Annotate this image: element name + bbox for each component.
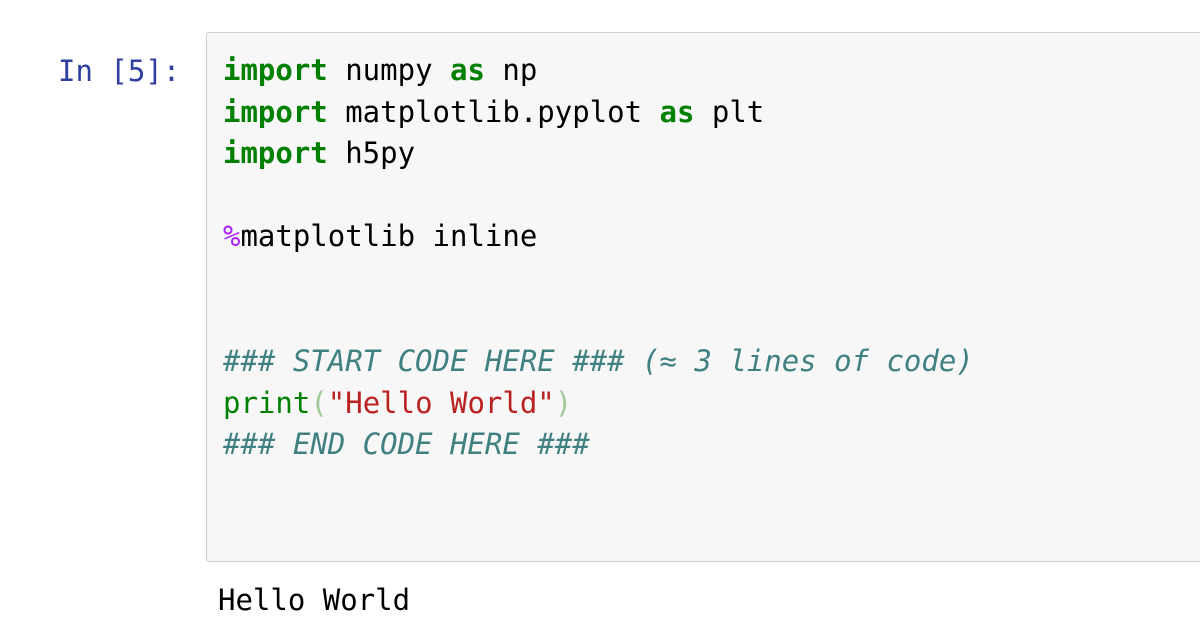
builtin-function: print [223,385,311,420]
code-text: np [484,53,538,87]
code-text: h5py [327,136,416,171]
input-prompt: In [5]: [58,54,181,88]
code-line-5: %matplotlib inline [223,216,974,258]
code-line-4-blank [223,175,974,217]
code-line-1: import numpy as np [223,50,974,92]
code-text: plt [694,94,765,129]
comment: ### START CODE HERE ### (≈ 3 lines of co… [223,344,974,379]
code-line-7-blank [223,300,974,342]
cell-output: Hello World [218,583,411,617]
keyword: as [449,53,485,87]
magic-operator: % [223,219,241,254]
code-line-8: ### START CODE HERE ### (≈ 3 lines of co… [223,341,974,383]
notebook-cell: In [5]: import numpy as np import matplot… [0,0,1200,618]
code-line-9: print("Hello World") [223,383,974,425]
code-cell-input[interactable]: import numpy as np import matplotlib.pypl… [206,32,1200,562]
code-line-10: ### END CODE HERE ### [223,424,974,466]
code-text: numpy [327,53,450,87]
code-line-2: import matplotlib.pyplot as plt [223,92,974,134]
comment: ### END CODE HERE ### [223,427,590,462]
keyword: import [223,53,328,87]
code-line-6-blank [223,258,974,300]
string-literal: "Hello World" [327,385,555,420]
keyword: as [659,94,695,129]
code-editor[interactable]: import numpy as np import matplotlib.pypl… [223,50,974,466]
keyword: import [223,136,328,171]
code-text: matplotlib.pyplot [327,94,660,129]
paren-close: ) [554,385,573,420]
code-text: matplotlib inline [240,219,538,254]
keyword: import [223,94,328,129]
code-line-3: import h5py [223,133,974,175]
paren-open: ( [310,385,328,420]
